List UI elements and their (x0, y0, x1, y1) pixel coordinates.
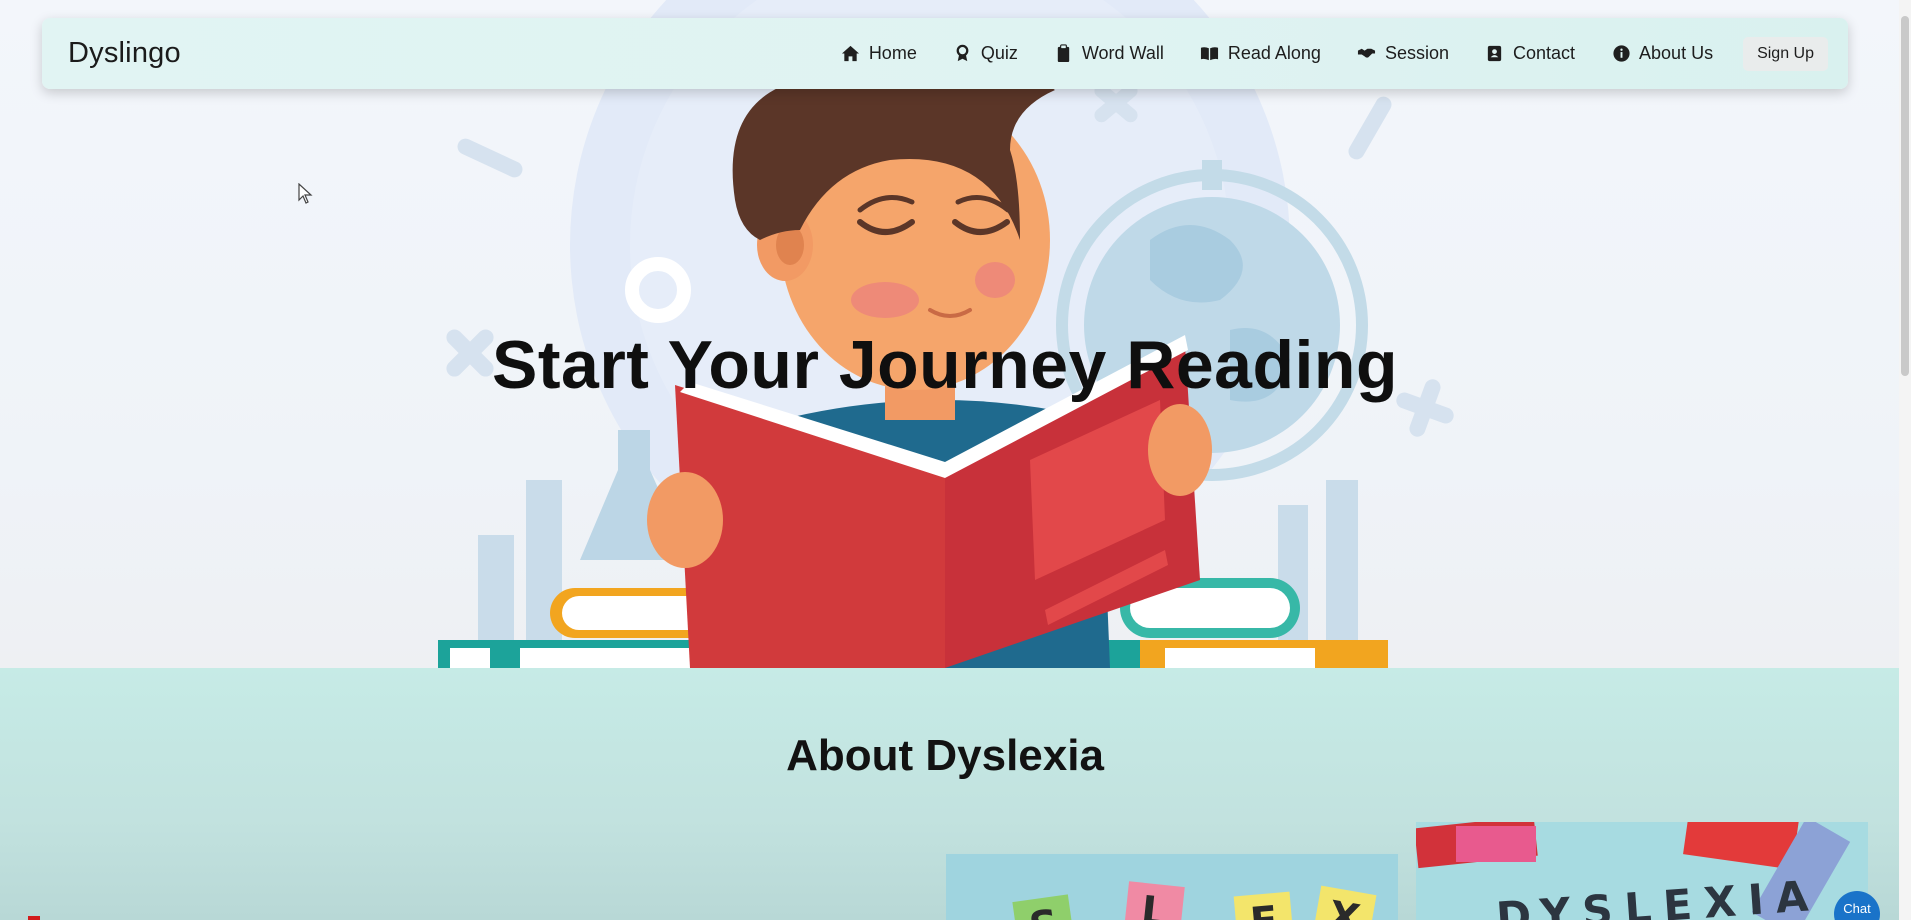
about-title: About Dyslexia (786, 731, 1104, 780)
nav-item-session[interactable]: Session (1357, 43, 1449, 64)
dyslexia-word-image: DYSLEXIA (1416, 822, 1868, 920)
info-circle-icon (1611, 44, 1631, 64)
sign-up-button[interactable]: Sign Up (1743, 36, 1828, 71)
contact-book-icon (1485, 44, 1505, 64)
award-icon (953, 44, 973, 64)
home-icon (841, 44, 861, 64)
nav-item-home[interactable]: Home (841, 43, 917, 64)
nav-item-label: Home (868, 43, 917, 63)
dyslexia-word: DYSLEXIA (1494, 870, 1822, 920)
nav-links: Home Quiz Word Wall Read Along Session C… (805, 36, 1828, 71)
handshake-icon (1357, 44, 1377, 64)
letter-tiles-image: S L E X (946, 854, 1398, 920)
hero-section: Start Your Journey Reading (0, 0, 1911, 668)
letter-tile: L (1123, 881, 1185, 920)
nav-item-label: Read Along (1227, 43, 1321, 63)
top-navbar: Dyslingo Home Quiz Word Wall Read Along … (42, 18, 1848, 89)
nav-item-quiz[interactable]: Quiz (953, 43, 1018, 64)
nav-item-label: Session (1384, 43, 1449, 63)
nav-item-label: Word Wall (1081, 43, 1164, 63)
nav-item-label: Quiz (980, 43, 1018, 63)
page-scrollbar[interactable] (1899, 0, 1911, 920)
nav-item-read-along[interactable]: Read Along (1200, 43, 1321, 64)
scrollbar-thumb[interactable] (1901, 16, 1909, 376)
nav-item-label: About Us (1639, 43, 1714, 63)
letter-tile: S (1012, 894, 1076, 920)
letter-tile: E (1233, 891, 1295, 920)
page: Start Your Journey Reading Dyslingo Home… (0, 0, 1911, 920)
book-open-icon (1200, 44, 1220, 64)
video-progress-marker (28, 916, 40, 920)
letter-tile: X (1311, 885, 1377, 920)
nav-item-about-us[interactable]: About Us (1611, 43, 1713, 64)
clipboard-icon (1054, 44, 1074, 64)
about-section: About Dyslexia S L E X DYSLEXIA (0, 668, 1911, 920)
nav-item-label: Contact (1512, 43, 1576, 63)
brand-logo[interactable]: Dyslingo (68, 37, 181, 70)
nav-item-word-wall[interactable]: Word Wall (1054, 43, 1164, 64)
mouse-cursor-icon (298, 183, 313, 204)
hero-title: Start Your Journey Reading (492, 327, 1398, 403)
nav-item-contact[interactable]: Contact (1485, 43, 1575, 64)
